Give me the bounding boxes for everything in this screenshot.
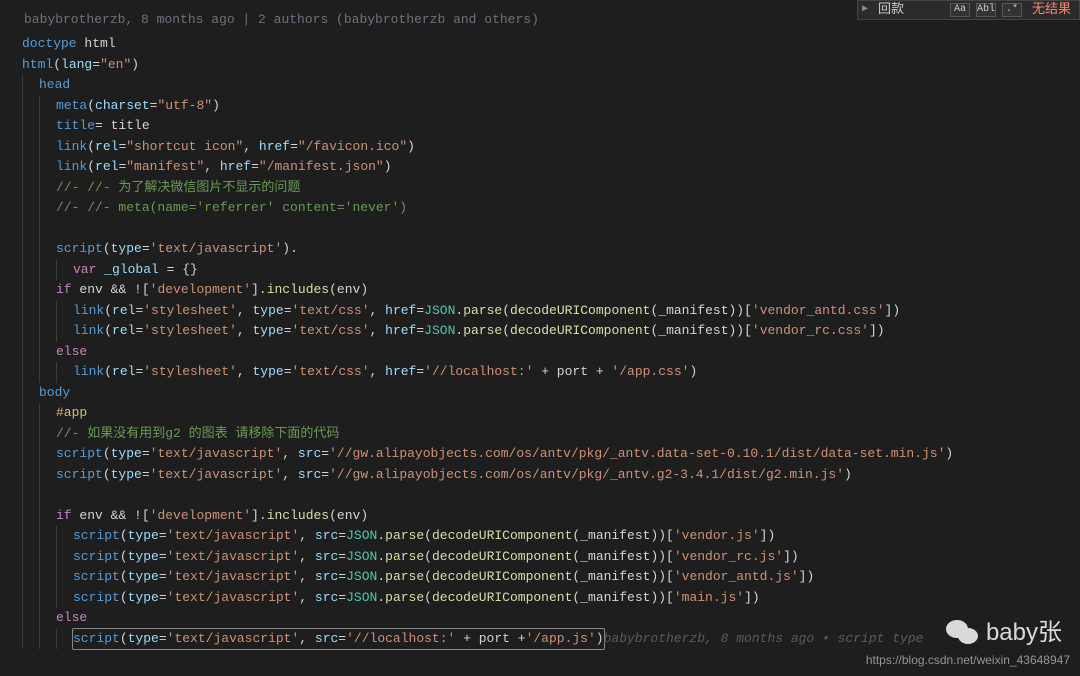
code-text: script(type='text/javascript', src=JSON.…	[73, 567, 814, 587]
wechat-watermark-name: baby张	[986, 623, 1062, 643]
regex-button[interactable]: .*	[1002, 3, 1022, 17]
code-text: script(type='text/javascript', src='//lo…	[73, 629, 604, 649]
code-text: link(rel='stylesheet', type='text/css', …	[73, 362, 697, 382]
code-text: //- 如果没有用到g2 的图表 请移除下面的代码	[56, 424, 339, 444]
code-text: script(type='text/javascript', src='//gw…	[56, 465, 852, 485]
code-line[interactable]: head	[22, 75, 1080, 96]
code-text: body	[39, 383, 70, 403]
code-text: script(type='text/javascript', src='//gw…	[56, 444, 953, 464]
code-line[interactable]: script(type='text/javascript', src='//gw…	[22, 465, 1080, 486]
code-text: script(type='text/javascript', src=JSON.…	[73, 547, 799, 567]
code-line[interactable]: meta(charset="utf-8")	[22, 96, 1080, 117]
code-line[interactable]: link(rel="shortcut icon", href="/favicon…	[22, 137, 1080, 158]
code-text: title= title	[56, 116, 150, 136]
code-text: if env && !['development'].includes(env)	[56, 280, 368, 300]
code-text: //- //- 为了解决微信图片不显示的问题	[56, 178, 300, 198]
match-case-button[interactable]: Aa	[950, 3, 970, 17]
editor-find-widget[interactable]: ▶ 回款 Aa Abl .* 无结果	[857, 0, 1080, 20]
code-line[interactable]: link(rel='stylesheet', type='text/css', …	[22, 362, 1080, 383]
code-line[interactable]: //- //- 为了解决微信图片不显示的问题	[22, 178, 1080, 199]
code-line[interactable]: link(rel="manifest", href="/manifest.jso…	[22, 157, 1080, 178]
code-line[interactable]: doctype html	[22, 34, 1080, 55]
code-text: head	[39, 75, 70, 95]
code-line[interactable]: else	[22, 608, 1080, 629]
inline-blame: babybrotherzb, 8 months ago • script typ…	[604, 629, 924, 649]
code-line[interactable]	[22, 485, 1080, 506]
code-text: link(rel='stylesheet', type='text/css', …	[73, 321, 885, 341]
code-line[interactable]: script(type='text/javascript').	[22, 239, 1080, 260]
code-line[interactable]: //- 如果没有用到g2 的图表 请移除下面的代码	[22, 424, 1080, 445]
code-line[interactable]: //- //- meta(name='referrer' content='ne…	[22, 198, 1080, 219]
code-line[interactable]: html(lang="en")	[22, 55, 1080, 76]
code-text: else	[56, 342, 87, 362]
code-line[interactable]: if env && !['development'].includes(env)	[22, 506, 1080, 527]
code-line[interactable]	[22, 219, 1080, 240]
wechat-icon	[944, 618, 980, 648]
code-line[interactable]: script(type='text/javascript', src=JSON.…	[22, 567, 1080, 588]
code-line[interactable]: else	[22, 342, 1080, 363]
code-line[interactable]: script(type='text/javascript', src='//lo…	[22, 629, 1080, 650]
source-url-watermark: https://blog.csdn.net/weixin_43648947	[866, 650, 1070, 670]
search-no-results: 无结果	[1028, 0, 1075, 20]
code-text: meta(charset="utf-8")	[56, 96, 220, 116]
code-line[interactable]: link(rel='stylesheet', type='text/css', …	[22, 301, 1080, 322]
code-text: script(type='text/javascript').	[56, 239, 298, 259]
code-line[interactable]: title= title	[22, 116, 1080, 137]
code-line[interactable]: if env && !['development'].includes(env)	[22, 280, 1080, 301]
code-line[interactable]: script(type='text/javascript', src=JSON.…	[22, 547, 1080, 568]
match-whole-word-button[interactable]: Abl	[976, 3, 996, 17]
search-input[interactable]: 回款	[874, 0, 944, 20]
code-line[interactable]: body	[22, 383, 1080, 404]
code-text: link(rel='stylesheet', type='text/css', …	[73, 301, 900, 321]
code-line[interactable]: script(type='text/javascript', src=JSON.…	[22, 588, 1080, 609]
code-text: doctype html	[22, 34, 116, 54]
code-line[interactable]: script(type='text/javascript', src=JSON.…	[22, 526, 1080, 547]
code-line[interactable]: script(type='text/javascript', src='//gw…	[22, 444, 1080, 465]
code-text: script(type='text/javascript', src=JSON.…	[73, 588, 760, 608]
code-line[interactable]: #app	[22, 403, 1080, 424]
code-text: var _global = {}	[73, 260, 198, 280]
code-text: else	[56, 608, 87, 628]
chevron-right-icon[interactable]: ▶	[862, 0, 868, 20]
code-text: link(rel="manifest", href="/manifest.jso…	[56, 157, 392, 177]
code-text: html(lang="en")	[22, 55, 139, 75]
code-text: if env && !['development'].includes(env)	[56, 506, 368, 526]
code-text: //- //- meta(name='referrer' content='ne…	[56, 198, 407, 218]
code-text: link(rel="shortcut icon", href="/favicon…	[56, 137, 415, 157]
code-editor[interactable]: doctype htmlhtml(lang="en")headmeta(char…	[0, 34, 1080, 649]
code-line[interactable]: link(rel='stylesheet', type='text/css', …	[22, 321, 1080, 342]
wechat-watermark: baby张	[944, 618, 1062, 648]
code-text: script(type='text/javascript', src=JSON.…	[73, 526, 775, 546]
code-line[interactable]: var _global = {}	[22, 260, 1080, 281]
code-text: #app	[56, 403, 87, 423]
